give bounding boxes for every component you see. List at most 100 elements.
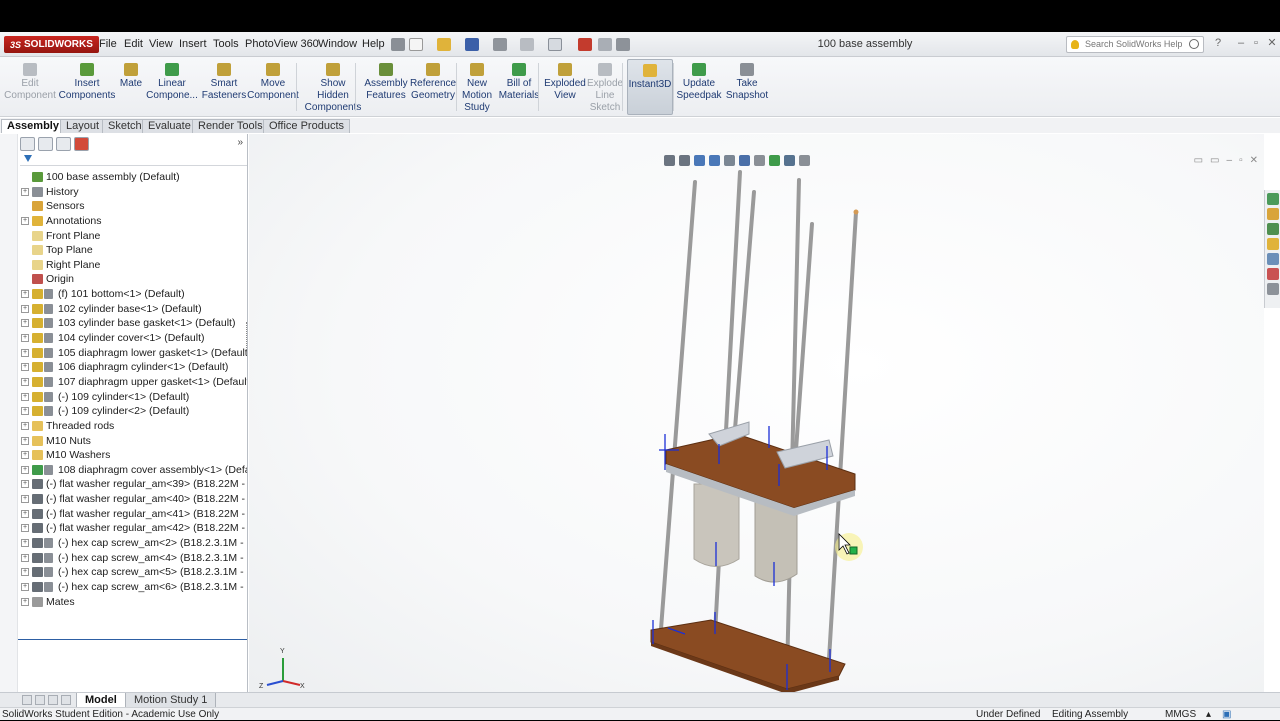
expand-icon[interactable]: + [21,334,29,343]
tab-assembly[interactable]: Assembly [1,119,65,133]
menu-window[interactable]: Window [318,38,357,50]
help-search-input[interactable]: Search SolidWorks Help [1066,36,1204,53]
expand-icon[interactable]: + [21,597,29,606]
expand-icon[interactable]: + [21,539,29,548]
tree-node[interactable]: + (f) 101 bottom<1> (Default) [20,287,247,302]
tree-node[interactable]: + (-) flat washer regular_am<42> (B18.22M… [20,521,247,536]
tree-node[interactable]: + History [20,185,247,200]
edit-component-button[interactable]: Edit Component [4,59,56,115]
expand-icon[interactable]: + [21,568,29,577]
select-arrow-icon[interactable] [548,38,562,51]
menu-edit[interactable]: Edit [124,38,143,50]
feature-manager-tab-icon[interactable] [20,137,35,151]
mate-button[interactable]: Mate [118,59,144,115]
property-manager-tab-icon[interactable] [38,137,53,151]
tree-node[interactable]: +104 cylinder cover<1> (Default) [20,331,247,346]
menu-view[interactable]: View [149,38,173,50]
bill-of-materials-button[interactable]: Bill of Materials [498,59,540,115]
assembly-model-view[interactable]: Y X Z [249,134,1264,711]
search-icon[interactable] [1189,39,1199,49]
tab-office-products[interactable]: Office Products [263,119,350,133]
tree-node[interactable]: +103 cylinder base gasket<1> (Default) [20,316,247,331]
restore-icon[interactable]: ▫ [1250,37,1262,49]
reference-geometry-button[interactable]: Reference Geometry [410,59,456,115]
new-document-icon[interactable] [409,38,423,51]
expand-icon[interactable]: + [21,407,29,416]
expand-icon[interactable]: + [21,392,29,401]
pin-icon[interactable] [391,38,405,51]
expand-icon[interactable]: + [21,363,29,372]
minimize-icon[interactable]: – [1235,37,1247,49]
tab-render-tools[interactable]: Render Tools [192,119,269,133]
status-help-icon[interactable]: ▣ [1222,709,1231,721]
tree-node[interactable]: + (-) flat washer regular_am<41> (B18.22M… [20,507,247,522]
move-component-button[interactable]: Move Component [247,59,299,115]
undo-icon[interactable] [520,38,534,51]
expand-icon[interactable]: + [21,436,29,445]
expand-icon[interactable]: + [21,304,29,313]
view-palette-icon[interactable] [1267,268,1279,280]
appearances-icon[interactable] [1267,283,1279,295]
tree-node[interactable]: Front Plane [20,229,247,244]
tree-node[interactable]: 100 base assembly (Default) [20,170,247,185]
expand-icon[interactable]: + [21,451,29,460]
tree-node[interactable]: + Mates [20,595,247,610]
options-icon[interactable] [616,38,630,51]
open-folder-icon[interactable] [437,38,451,51]
menu-file[interactable]: File [99,38,117,50]
menu-photoview[interactable]: PhotoView 360 [245,38,319,50]
tab-sketch[interactable]: Sketch [102,119,148,133]
expand-icon[interactable]: + [21,319,29,328]
graphics-area[interactable]: ▭ ▭ – ▫ ✕ Y X Z [249,134,1264,711]
menu-tools[interactable]: Tools [213,38,239,50]
expand-icon[interactable]: + [21,290,29,299]
solidworks-resources-icon[interactable] [1267,193,1279,205]
tree-node[interactable]: + (-) 109 cylinder<2> (Default) [20,404,247,419]
tree-node[interactable]: + Threaded rods [20,419,247,434]
configuration-manager-tab-icon[interactable] [56,137,71,151]
last-tab-icon[interactable] [61,695,71,705]
filter-icon[interactable] [24,155,32,162]
tree-node[interactable]: +107 diaphragm upper gasket<1> (Default) [20,375,247,390]
tree-node[interactable]: Origin [20,272,247,287]
tree-node[interactable]: Sensors [20,199,247,214]
tree-node[interactable]: +102 cylinder base<1> (Default) [20,302,247,317]
instant3d-button[interactable]: Instant3D [627,59,673,115]
status-dropdown-icon[interactable]: ▴ [1206,709,1211,721]
menu-help[interactable]: Help [362,38,385,50]
solidworks-logo[interactable]: 3S SOLIDWORKS [4,36,99,53]
expand-icon[interactable]: + [21,465,29,474]
exploded-view-button[interactable]: Exploded View [544,59,586,115]
tree-node[interactable]: + (-) hex cap screw_am<6> (B18.2.3.1M - H… [20,580,247,595]
expand-icon[interactable]: + [21,553,29,562]
tree-node[interactable]: + (-) flat washer regular_am<39> (B18.22M… [20,477,247,492]
home-icon[interactable] [1267,208,1279,220]
tree-node[interactable]: +108 diaphragm cover assembly<1> (Defau [20,463,247,478]
expand-icon[interactable]: + [21,421,29,430]
expand-icon[interactable]: + [21,582,29,591]
show-hidden-button[interactable]: Show Hidden Components [305,59,361,115]
expand-icon[interactable]: + [21,187,29,196]
status-units[interactable]: MMGS [1165,709,1196,721]
close-icon[interactable]: ✕ [1266,37,1278,49]
tree-node[interactable]: +106 diaphragm cylinder<1> (Default) [20,360,247,375]
expand-icon[interactable]: + [21,524,29,533]
file-explorer-icon[interactable] [1267,238,1279,250]
tab-layout[interactable]: Layout [60,119,106,133]
tree-node[interactable]: + (-) hex cap screw_am<5> (B18.2.3.1M - H… [20,565,247,580]
chevron-right-icon[interactable]: » [237,137,243,148]
tree-node[interactable]: + M10 Washers [20,448,247,463]
new-motion-study-button[interactable]: New Motion Study [462,59,492,115]
print-icon[interactable] [493,38,507,51]
expand-icon[interactable]: + [21,480,29,489]
rebuild-icon[interactable] [578,38,592,51]
expand-icon[interactable]: + [21,495,29,504]
assembly-features-button[interactable]: Assembly Features [364,59,408,115]
smart-fasteners-button[interactable]: Smart Fasteners [202,59,246,115]
search-results-icon[interactable] [1267,253,1279,265]
tab-evaluate[interactable]: Evaluate [142,119,197,133]
expand-icon[interactable]: + [21,348,29,357]
tree-node[interactable]: + (-) flat washer regular_am<40> (B18.22M… [20,492,247,507]
next-tab-icon[interactable] [48,695,58,705]
file-properties-icon[interactable] [598,38,612,51]
